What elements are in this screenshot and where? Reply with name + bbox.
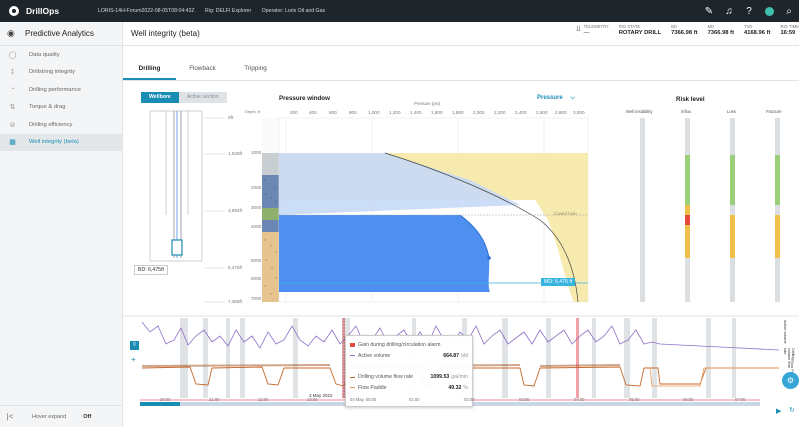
depth-tick: 7,368ft [228, 299, 243, 304]
risk-level-columns [640, 118, 780, 302]
rig-name: Rig: DELFI Explorer [205, 8, 252, 14]
chevron-down-icon: ⌵ [570, 95, 575, 101]
torque-icon: ⇅ [9, 104, 16, 112]
alarm-swatch [350, 343, 355, 348]
page-title: Well integrity (beta) [131, 29, 200, 38]
sidebar-item-well-integrity[interactable]: ▦ Well integrity (beta) [0, 133, 122, 151]
play-icon[interactable]: ▶ [776, 407, 781, 415]
sidebar: ◉ Predictive Analytics ◯ Data quality ‡ … [0, 22, 123, 427]
sidebar-header: ◉ Predictive Analytics [0, 22, 122, 46]
notification-bell-icon[interactable]: ♫ [719, 0, 739, 22]
hover-expand-toggle[interactable]: Off [83, 414, 91, 420]
sidebar-item-label: Well integrity (beta) [29, 139, 79, 146]
tooltip-alarm: Gain during drilling/circulation alarm [350, 340, 468, 351]
telemetry-icon: ⫫ [576, 24, 581, 33]
stat-tvd: TVD 4168.96 ft [744, 24, 771, 36]
collapse-sidebar-icon[interactable]: |< [0, 412, 20, 421]
app-name: DrillOps [26, 6, 60, 16]
search-icon[interactable]: ⌕ [779, 0, 799, 22]
sidebar-item-drilling-performance[interactable]: ◔ Drilling performance [0, 81, 122, 99]
performance-icon: ◔ [10, 86, 15, 94]
telemetry-value: — [583, 30, 590, 36]
tooltip-row-flow-paddle: Flow Paddle 49.32 % [350, 383, 468, 394]
bd-badge: BD: 6,475ft [134, 265, 168, 275]
status-dot-icon[interactable] [759, 0, 779, 22]
stat-bd: BD 7366.98 ft [671, 24, 698, 36]
efficiency-icon: ⊜ [9, 121, 16, 129]
stat-rig-state: RIG STATE ROTARY DRILL [618, 24, 662, 36]
wellbore-depth-label: Depth, ft [245, 109, 261, 114]
sidebar-item-data-quality[interactable]: ◯ Data quality [0, 46, 122, 64]
sidebar-item-drillstring-integrity[interactable]: ‡ Drillstring integrity [0, 64, 122, 82]
risk-col-well-instability: Well instability [626, 109, 653, 114]
sidebar-item-torque-drag[interactable]: ⇅ Torque & drag [0, 99, 122, 117]
stat-md: MD 7366.98 ft [707, 24, 735, 36]
sidebar-title: Predictive Analytics [25, 29, 94, 38]
risk-col-influx: Influx [681, 109, 692, 114]
app-logo-icon [9, 6, 19, 16]
well-name[interactable]: LORIS-14H-Forum2022-08-05T08:04:43Z [98, 8, 195, 14]
refresh-icon[interactable]: ↻ [789, 406, 795, 414]
sidebar-item-label: Torque & drag [29, 104, 66, 111]
telemetry-status[interactable]: ⫫ TELEMETRY — [576, 24, 609, 44]
depth-tick: 3,894ft [228, 208, 243, 213]
flow-rate-swatch [350, 376, 355, 378]
pressure-window-plot [278, 117, 589, 303]
view-toggle: Wellbore Active section [141, 92, 227, 103]
telemetry-label: TELEMETRY [583, 24, 609, 29]
page-header: Well integrity (beta) ⫫ TELEMETRY — RIG … [123, 22, 799, 46]
top-bar: DrillOps LORIS-14H-Forum2022-08-05T08:04… [0, 0, 799, 22]
risk-col-fracture: Fracture [766, 109, 782, 114]
well-icon: ▦ [9, 139, 16, 147]
depth-tick: 0ft [228, 115, 234, 120]
tab-tripping[interactable]: Tripping [229, 57, 282, 80]
sidebar-item-label: Drilling performance [29, 86, 81, 93]
flow-paddle-swatch [350, 387, 355, 389]
add-track-icon[interactable]: + [131, 355, 136, 364]
tab-flowback[interactable]: Flowback [176, 57, 229, 80]
sidebar-item-label: Drillstring integrity [29, 69, 76, 76]
lithology-column [262, 118, 279, 302]
risk-col-loss: Loss [727, 109, 736, 114]
sidebar-item-drilling-efficiency[interactable]: ⊜ Drilling efficiency [0, 116, 122, 134]
pressure-axis-label: Pressure (psi) [414, 101, 441, 106]
pressure-selector[interactable]: Pressure ⌵ [537, 95, 575, 102]
wellbore-toggle[interactable]: Wellbore [141, 92, 179, 103]
depth-tick: 6,476ft [228, 265, 243, 270]
operator-name: Operator: Loris Oil and Gas [261, 8, 326, 14]
pressure-window-title: Pressure window [279, 95, 330, 102]
active-volume-swatch [350, 355, 355, 357]
well-context: LORIS-14H-Forum2022-08-05T08:04:43Z Rig:… [98, 8, 334, 14]
sidebar-footer: |< Hover expand Off [0, 405, 123, 427]
sidebar-item-label: Drilling efficiency [29, 121, 73, 128]
notes-icon[interactable]: ✎ [699, 0, 719, 22]
drillstring-icon: ‡ [10, 68, 15, 76]
shield-check-icon: ◯ [8, 51, 17, 59]
help-icon[interactable]: ? [739, 0, 759, 22]
sidebar-item-label: Data quality [29, 51, 60, 58]
side-label-active-volume: Active volume [783, 320, 787, 344]
tooltip-row-active-volume: Active volume 664.87 bbl [350, 351, 468, 362]
hover-expand-label: Hover expand [32, 413, 67, 420]
tooltip-row-flow-rate: Drilling volume flow rate 1099.53 gal/mi… [350, 372, 468, 383]
analytics-icon: ◉ [7, 28, 15, 38]
md-badge: MD: 6,475 ft [541, 278, 576, 286]
fab-action-button[interactable]: ⚙ [782, 372, 799, 389]
tab-bar: Drilling Flowback Tripping [123, 57, 799, 81]
tab-drilling[interactable]: Drilling [123, 57, 176, 80]
pressure-selector-label: Pressure [537, 95, 563, 101]
stat-rig-time: RIG TIME 16:59 [780, 24, 799, 36]
cased-hole-label: Cased hole [554, 211, 577, 216]
volume-icon[interactable]: ◊ [130, 341, 139, 350]
active-section-toggle[interactable]: Active section [178, 92, 227, 103]
depth-tick: 1,528ft [228, 151, 243, 156]
risk-level-title: Risk level [676, 96, 705, 103]
